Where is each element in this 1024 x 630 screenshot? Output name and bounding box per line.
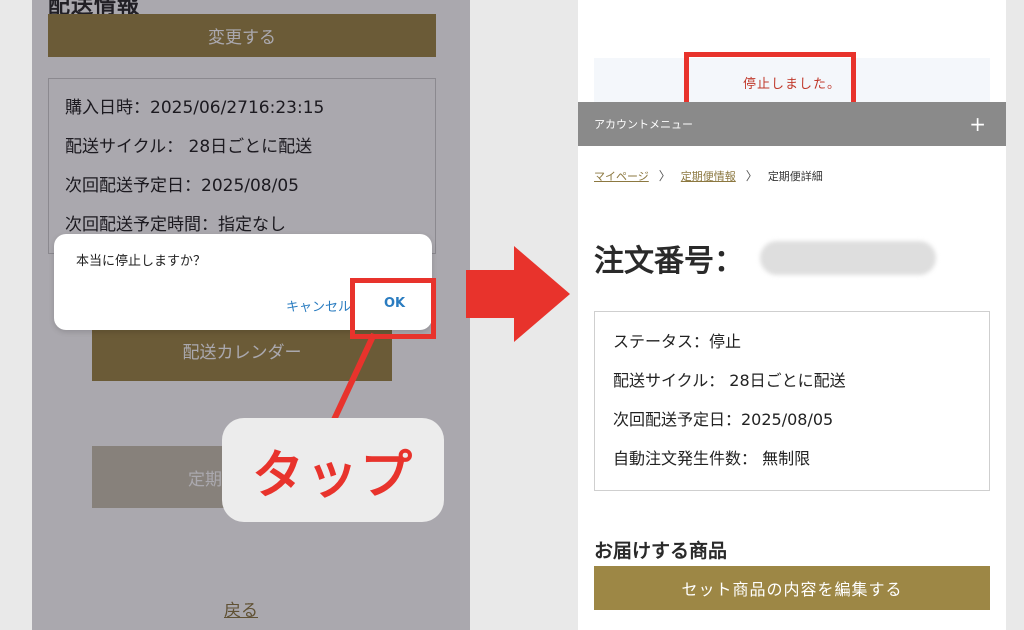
- auto-order-count: 自動注文発生件数： 無制限: [613, 449, 811, 468]
- ok-highlight-box: [350, 278, 436, 339]
- dialog-message: 本当に停止しますか？: [76, 254, 207, 269]
- tap-label: タップ: [251, 445, 414, 506]
- tap-callout: タップ: [222, 418, 444, 522]
- edit-set-button[interactable]: セット商品の内容を編集する: [594, 566, 990, 610]
- status-line: ステータス：停止: [613, 332, 742, 351]
- dialog-cancel-button[interactable]: キャンセル: [286, 296, 351, 315]
- chevron-right-icon: 〉: [658, 169, 671, 183]
- breadcrumb-current: 定期便詳細: [767, 169, 823, 183]
- right-arrow-icon: [466, 246, 570, 342]
- right-screenshot: 停止しました。 アカウントメニュー + マイページ 〉 定期便情報 〉 定期便詳…: [578, 0, 1006, 630]
- breadcrumb: マイページ 〉 定期便情報 〉 定期便詳細: [594, 167, 823, 184]
- breadcrumb-mypage[interactable]: マイページ: [594, 168, 649, 184]
- order-number-heading: 注文番号：: [594, 236, 936, 280]
- order-number-label: 注文番号：: [594, 244, 744, 279]
- account-menu-label: アカウントメニュー: [594, 118, 693, 131]
- delivery-cycle: 配送サイクル： 28日ごとに配送: [613, 371, 846, 390]
- redacted-order-number: [760, 241, 936, 275]
- plus-icon[interactable]: +: [969, 112, 986, 136]
- breadcrumb-subscription[interactable]: 定期便情報: [681, 168, 736, 184]
- subscription-status-box: ステータス：停止 配送サイクル： 28日ごとに配送 次回配送予定日：2025/0…: [594, 311, 990, 491]
- account-menu-bar[interactable]: アカウントメニュー +: [578, 102, 1006, 146]
- next-delivery-date: 次回配送予定日：2025/08/05: [613, 410, 834, 429]
- delivered-products-title: お届けする商品: [594, 540, 728, 562]
- chevron-right-icon: 〉: [745, 169, 758, 183]
